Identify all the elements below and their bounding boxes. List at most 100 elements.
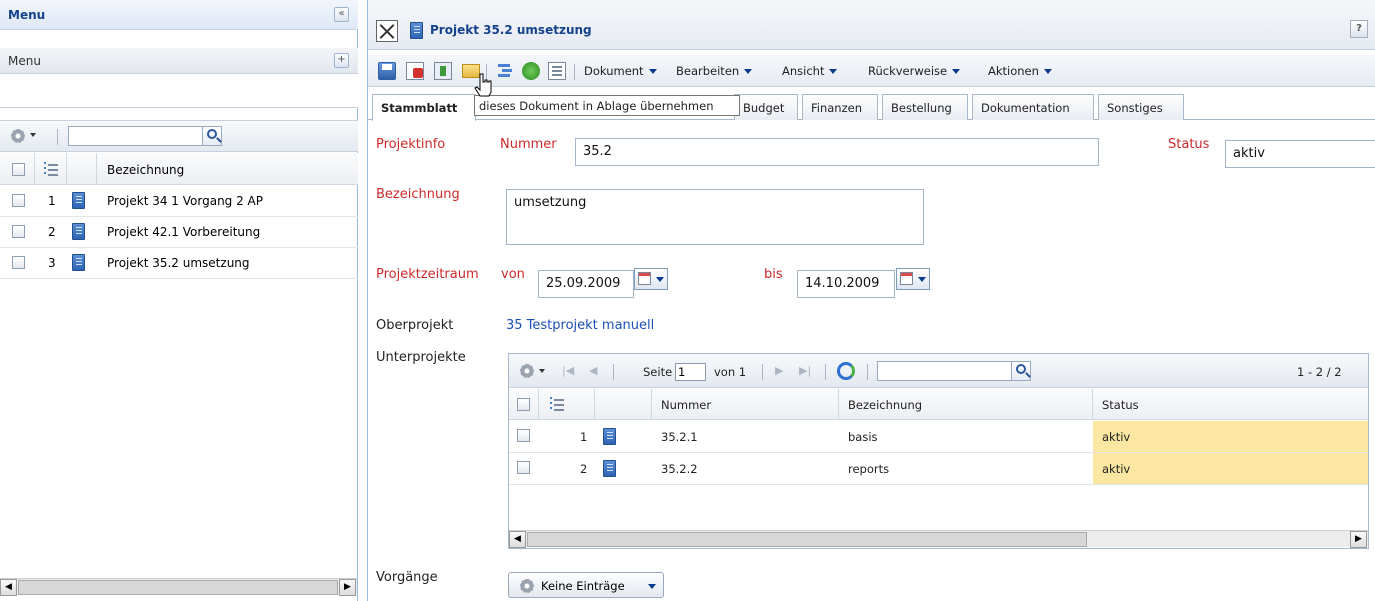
vorgaenge-label: Vorgänge xyxy=(376,570,438,585)
grid-search-input[interactable] xyxy=(877,361,1012,381)
tab-sonstiges[interactable]: Sonstiges xyxy=(1098,94,1184,120)
tab-stammblatt[interactable]: Stammblatt xyxy=(372,94,476,121)
check-icon[interactable] xyxy=(522,62,540,80)
menu-rueckverweise[interactable]: Rückverweise xyxy=(868,64,961,78)
row-label[interactable]: Projekt 34 1 Vorgang 2 AP xyxy=(107,194,263,208)
list-header: Bezeichnung xyxy=(0,153,358,185)
structure-icon[interactable] xyxy=(496,62,514,80)
menu-section-header[interactable]: Menu + xyxy=(0,48,358,74)
scroll-right-icon[interactable]: ▶ xyxy=(1350,531,1367,548)
document-icon xyxy=(72,192,85,209)
column-header-bezeichnung[interactable]: Bezeichnung xyxy=(107,163,184,177)
document-title: Projekt 35.2 umsetzung xyxy=(430,23,592,37)
vorgaenge-dropdown-button[interactable]: Keine Einträge xyxy=(508,572,664,598)
table-row[interactable]: 2 35.2.2 reports aktiv xyxy=(509,453,1368,485)
discard-icon[interactable] xyxy=(406,62,424,80)
menu-section-body xyxy=(0,74,358,108)
cell-status[interactable]: aktiv xyxy=(1102,430,1130,444)
toolbar-separator xyxy=(57,129,58,145)
menu-dokument[interactable]: Dokument xyxy=(584,64,657,78)
add-icon[interactable]: + xyxy=(334,53,349,68)
bis-date-field[interactable]: 14.10.2009 xyxy=(797,270,895,298)
row-checkbox[interactable] xyxy=(517,429,530,442)
next-page-icon[interactable]: ▶ xyxy=(775,364,783,377)
calendar-icon xyxy=(638,272,651,285)
von-date-field[interactable]: 25.09.2009 xyxy=(538,270,634,298)
row-checkbox[interactable] xyxy=(12,225,25,238)
menu-bearbeiten[interactable]: Bearbeiten xyxy=(676,64,753,78)
menu-panel-title: Menu xyxy=(8,8,46,22)
cell-bezeichnung[interactable]: reports xyxy=(848,462,889,476)
column-header-bezeichnung[interactable]: Bezeichnung xyxy=(848,398,922,412)
scroll-left-icon[interactable]: ◀ xyxy=(0,579,17,596)
grid-horizontal-scrollbar[interactable]: ◀ ▶ xyxy=(509,530,1368,548)
cell-nummer[interactable]: 35.2.1 xyxy=(661,430,698,444)
document-panel: Projekt 35.2 umsetzung ? Dokument Bearbe… xyxy=(367,0,1375,601)
grid-search-button[interactable] xyxy=(1011,361,1031,381)
header-icon-col xyxy=(67,153,97,184)
row-number: 3 xyxy=(48,256,56,270)
menu-aktionen[interactable]: Aktionen xyxy=(988,64,1052,78)
tab-budget[interactable]: Budget xyxy=(734,94,798,120)
archive-icon[interactable] xyxy=(434,62,452,80)
row-number: 2 xyxy=(580,462,588,476)
page-input[interactable]: 1 xyxy=(675,363,706,381)
cell-bezeichnung[interactable]: basis xyxy=(848,430,878,444)
scroll-left-icon[interactable]: ◀ xyxy=(509,531,526,548)
gear-icon[interactable] xyxy=(519,363,535,379)
prev-page-icon[interactable]: ◀ xyxy=(589,364,597,377)
row-checkbox[interactable] xyxy=(517,461,530,474)
column-header-status[interactable]: Status xyxy=(1102,398,1139,412)
cell-nummer[interactable]: 35.2.2 xyxy=(661,462,698,476)
gear-dropdown-caret-icon[interactable] xyxy=(539,369,545,373)
document-header: Projekt 35.2 umsetzung ? xyxy=(368,0,1375,50)
help-icon[interactable]: ? xyxy=(1350,20,1368,38)
row-checkbox[interactable] xyxy=(12,256,25,269)
search-input[interactable] xyxy=(68,126,203,146)
tooltip: dieses Dokument in Ablage übernehmen xyxy=(474,95,740,116)
first-page-icon[interactable]: |◀ xyxy=(562,364,574,377)
close-icon[interactable] xyxy=(376,20,398,42)
menu-panel: Menu « Menu + Bezeichnung 1 Projekt 34 1… xyxy=(0,0,358,601)
last-page-icon[interactable]: ▶| xyxy=(799,364,811,377)
bezeichnung-field[interactable]: umsetzung xyxy=(506,189,924,245)
save-icon[interactable] xyxy=(378,62,396,80)
cell-status[interactable]: aktiv xyxy=(1102,462,1130,476)
scroll-thumb[interactable] xyxy=(18,580,338,595)
list-item[interactable]: 2 Projekt 42.1 Vorbereitung xyxy=(0,217,358,248)
select-all-checkbox[interactable] xyxy=(517,398,530,411)
row-checkbox[interactable] xyxy=(12,194,25,207)
tab-dokumentation[interactable]: Dokumentation xyxy=(972,94,1094,120)
tab-finanzen[interactable]: Finanzen xyxy=(802,94,878,120)
oberprojekt-link[interactable]: 35 Testprojekt manuell xyxy=(506,318,654,333)
scroll-thumb[interactable] xyxy=(527,532,1087,547)
nummer-field[interactable]: 35.2 xyxy=(575,138,1099,166)
tab-bestellung[interactable]: Bestellung xyxy=(882,94,968,120)
list-item[interactable]: 1 Projekt 34 1 Vorgang 2 AP xyxy=(0,186,358,217)
chevron-down-icon xyxy=(744,69,753,74)
list-item[interactable]: 3 Projekt 35.2 umsetzung xyxy=(0,248,358,279)
status-field[interactable]: aktiv xyxy=(1225,140,1375,168)
bis-date-picker[interactable] xyxy=(896,268,930,290)
collapse-icon[interactable]: « xyxy=(334,7,349,22)
select-all-checkbox[interactable] xyxy=(12,163,25,176)
table-row[interactable]: 1 35.2.1 basis aktiv xyxy=(509,421,1368,453)
search-button[interactable] xyxy=(202,126,222,146)
chevron-down-icon xyxy=(952,69,961,74)
von-date-picker[interactable] xyxy=(634,268,668,290)
column-header-nummer[interactable]: Nummer xyxy=(661,398,711,412)
gear-icon[interactable] xyxy=(10,128,26,144)
scroll-right-icon[interactable]: ▶ xyxy=(339,579,356,596)
row-label[interactable]: Projekt 42.1 Vorbereitung xyxy=(107,225,260,239)
chevron-down-icon xyxy=(648,584,656,589)
projektzeitraum-label: Projektzeitraum xyxy=(376,267,479,282)
menu-ansicht[interactable]: Ansicht xyxy=(782,64,838,78)
chevron-down-icon xyxy=(1043,69,1052,74)
hand-cursor-icon xyxy=(474,73,492,97)
row-label[interactable]: Projekt 35.2 umsetzung xyxy=(107,256,250,270)
list-icon[interactable] xyxy=(548,62,566,80)
horizontal-scrollbar[interactable]: ◀ ▶ xyxy=(0,578,357,596)
refresh-icon[interactable] xyxy=(837,362,855,380)
gear-dropdown-caret-icon[interactable] xyxy=(30,133,36,137)
row-number: 2 xyxy=(48,225,56,239)
